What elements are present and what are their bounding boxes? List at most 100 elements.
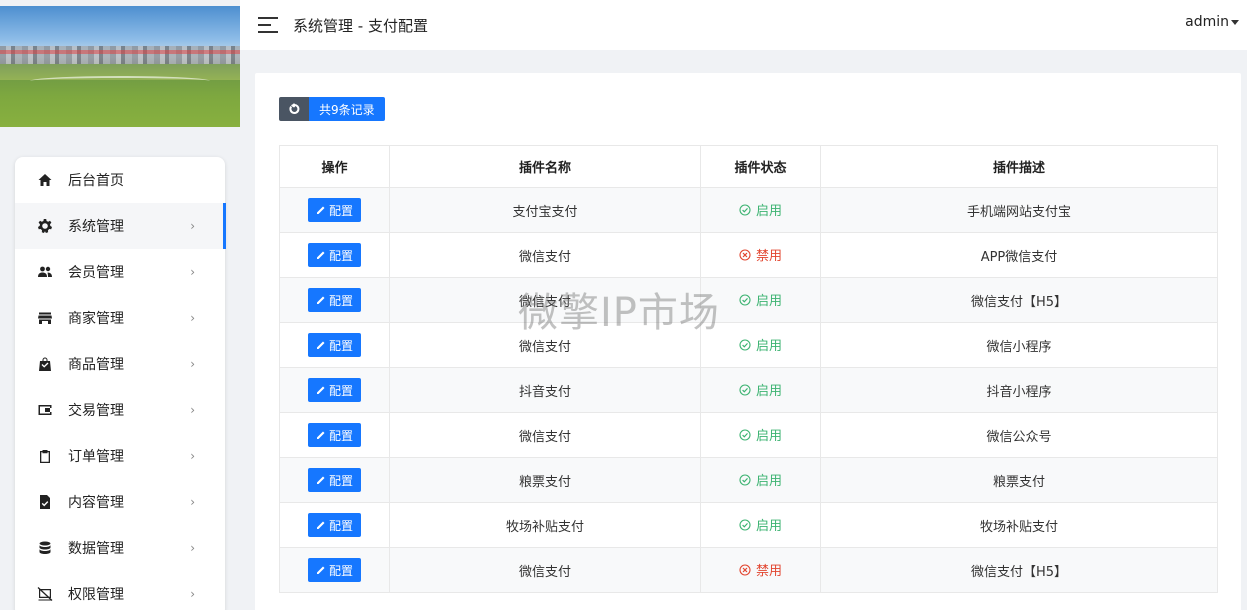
monitor-off-icon: [37, 586, 53, 602]
plugin-status-cell: 启用: [700, 187, 821, 233]
table-row: 配置 支付宝支付 启用 手机端网站支付宝: [279, 187, 1218, 233]
sidebar-item-label: 数据管理: [68, 541, 124, 557]
sidebar-item-8[interactable]: 数据管理 ›: [15, 525, 225, 571]
plugin-name-cell: 微信支付: [389, 412, 701, 458]
sidebar-item-3[interactable]: 商家管理 ›: [15, 295, 225, 341]
sidebar-item-7[interactable]: 内容管理 ›: [15, 479, 225, 525]
sidebar-item-6[interactable]: 订单管理 ›: [15, 433, 225, 479]
shopping-bag-icon: [37, 356, 53, 372]
status-badge: 启用: [739, 335, 782, 354]
configure-button-label: 配置: [328, 338, 353, 353]
action-cell: 配置: [279, 322, 390, 368]
action-cell: 配置: [279, 367, 390, 413]
configure-button[interactable]: 配置: [307, 423, 361, 447]
plugin-description-cell: 微信支付【H5】: [820, 547, 1218, 593]
pencil-icon: [316, 251, 325, 259]
action-cell: 配置: [279, 412, 390, 458]
pencil-icon: [316, 341, 325, 349]
sidebar-item-4[interactable]: 商品管理 ›: [15, 341, 225, 387]
refresh-button[interactable]: [279, 97, 309, 121]
configure-button-label: 配置: [328, 518, 353, 533]
status-text: 启用: [755, 474, 782, 490]
pencil-icon: [316, 386, 325, 394]
column-header-action: 操作: [279, 145, 390, 188]
plugin-description-cell: APP微信支付: [820, 232, 1218, 278]
x-circle-icon: [739, 249, 751, 261]
check-circle-icon: [739, 294, 751, 306]
plugin-name-cell: 微信支付: [389, 547, 701, 593]
check-circle-icon: [739, 474, 751, 486]
plugin-status-cell: 禁用: [700, 547, 821, 593]
clipboard-icon: [37, 448, 53, 464]
action-cell: 配置: [279, 187, 390, 233]
status-text: 启用: [755, 294, 782, 310]
column-header-status: 插件状态: [700, 145, 821, 188]
configure-button-label: 配置: [328, 203, 353, 218]
configure-button[interactable]: 配置: [307, 513, 361, 537]
configure-button[interactable]: 配置: [307, 468, 361, 492]
status-text: 禁用: [755, 249, 782, 265]
plugin-name-cell: 牧场补贴支付: [389, 502, 701, 548]
sidebar-item-label: 交易管理: [68, 403, 124, 419]
table-row: 配置 微信支付 启用 微信支付【H5】: [279, 277, 1218, 323]
sidebar-item-0[interactable]: 后台首页: [15, 157, 225, 203]
database-icon: [37, 540, 53, 556]
top-header: 系统管理 - 支付配置 admin: [240, 0, 1247, 50]
action-cell: 配置: [279, 502, 390, 548]
x-circle-icon: [739, 564, 751, 576]
configure-button-label: 配置: [328, 563, 353, 578]
status-badge: 启用: [739, 470, 782, 489]
user-menu[interactable]: admin: [1185, 14, 1239, 30]
sidebar-menu: 后台首页 系统管理 › 会员管理 › 商家管理 › 商品管理 › 交易管理 › 订单管理 › 内容管理 › 数…: [15, 157, 226, 610]
chevron-right-icon: ›: [190, 219, 195, 233]
configure-button[interactable]: 配置: [307, 198, 361, 222]
sidebar-item-5[interactable]: 交易管理 ›: [15, 387, 225, 433]
plugin-name-cell: 微信支付: [389, 277, 701, 323]
plugin-table: 操作 插件名称 插件状态 插件描述 配置 支付宝支付 启用 手机端网站支付宝 配置 微信支…: [279, 145, 1218, 593]
table-row: 配置 微信支付 禁用 微信支付【H5】: [279, 547, 1218, 593]
chevron-right-icon: ›: [190, 587, 195, 601]
plugin-status-cell: 启用: [700, 412, 821, 458]
pencil-icon: [316, 521, 325, 529]
sidebar-item-1[interactable]: 系统管理 ›: [15, 203, 226, 249]
sidebar-item-label: 后台首页: [68, 173, 124, 189]
action-cell: 配置: [279, 277, 390, 323]
status-badge: 启用: [739, 290, 782, 309]
plugin-status-cell: 启用: [700, 367, 821, 413]
configure-button[interactable]: 配置: [307, 243, 361, 267]
plugin-status-cell: 禁用: [700, 232, 821, 278]
configure-button[interactable]: 配置: [307, 333, 361, 357]
refresh-icon: [289, 103, 300, 114]
configure-button-label: 配置: [328, 293, 353, 308]
sidebar-item-2[interactable]: 会员管理 ›: [15, 249, 225, 295]
action-cell: 配置: [279, 547, 390, 593]
chevron-right-icon: ›: [190, 495, 195, 509]
sidebar: 后台首页 系统管理 › 会员管理 › 商家管理 › 商品管理 › 交易管理 › 订单管理 › 内容管理 › 数…: [0, 0, 240, 610]
menu-toggle-icon[interactable]: [258, 17, 278, 33]
table-row: 配置 牧场补贴支付 启用 牧场补贴支付: [279, 502, 1218, 548]
sidebar-item-label: 订单管理: [68, 449, 124, 465]
configure-button[interactable]: 配置: [307, 378, 361, 402]
chevron-right-icon: ›: [190, 265, 195, 279]
pencil-icon: [316, 476, 325, 484]
plugin-name-cell: 粮票支付: [389, 457, 701, 503]
configure-button[interactable]: 配置: [307, 558, 361, 582]
configure-button[interactable]: 配置: [307, 288, 361, 312]
plugin-description-cell: 手机端网站支付宝: [820, 187, 1218, 233]
record-count-badge: 共9条记录: [309, 97, 385, 121]
table-row: 配置 微信支付 启用 微信公众号: [279, 412, 1218, 458]
chevron-right-icon: ›: [190, 311, 195, 325]
home-icon: [37, 172, 53, 188]
sidebar-banner-image: [0, 6, 240, 127]
pencil-icon: [316, 431, 325, 439]
status-text: 启用: [755, 519, 782, 535]
status-badge: 启用: [739, 515, 782, 534]
action-cell: 配置: [279, 232, 390, 278]
plugin-name-cell: 支付宝支付: [389, 187, 701, 233]
sidebar-item-9[interactable]: 权限管理 ›: [15, 571, 225, 610]
toolbar: 共9条记录: [279, 97, 385, 121]
check-circle-icon: [739, 384, 751, 396]
user-name: admin: [1185, 14, 1229, 30]
table-row: 配置 粮票支付 启用 粮票支付: [279, 457, 1218, 503]
status-text: 启用: [755, 429, 782, 445]
